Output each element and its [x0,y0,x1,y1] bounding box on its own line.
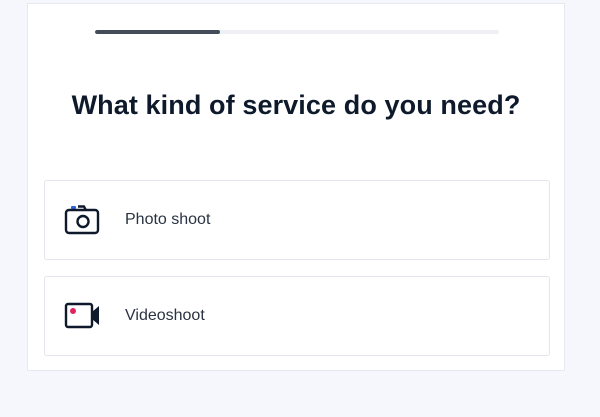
option-photo-shoot[interactable]: Photo shoot [44,180,550,260]
option-videoshoot[interactable]: Videoshoot [44,276,550,356]
page-title: What kind of service do you need? [71,90,521,120]
progress-bar [95,30,499,34]
option-label: Photo shoot [125,211,211,228]
option-label: Videoshoot [125,307,205,324]
video-camera-icon [64,302,99,329]
progress-bar-fill [95,30,221,34]
service-card: What kind of service do you need? Photo … [27,3,565,371]
camera-icon [64,205,100,235]
